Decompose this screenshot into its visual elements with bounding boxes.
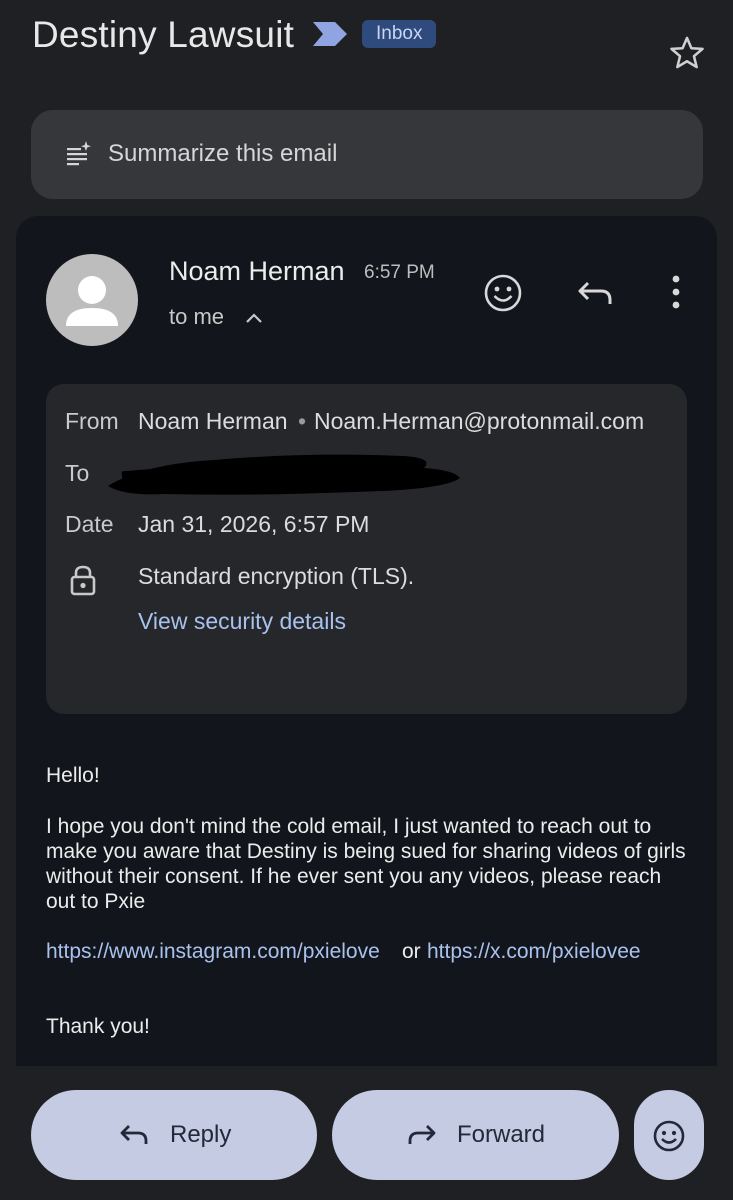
- importance-marker-icon[interactable]: [313, 22, 349, 46]
- reply-icon: [120, 1125, 148, 1144]
- encryption-status: Standard encryption (TLS).: [138, 563, 415, 589]
- from-name: Noam Herman: [138, 408, 288, 434]
- from-email[interactable]: Noam.Herman@protonmail.com: [314, 408, 644, 435]
- body-line: I hope you don't mind the cold email, I …: [46, 815, 652, 838]
- emoji-icon: [653, 1120, 685, 1152]
- reply-icon[interactable]: [573, 271, 617, 315]
- date-label: Date: [65, 511, 114, 537]
- sender-name[interactable]: Noam Herman: [169, 256, 345, 287]
- sent-time: 6:57 PM: [364, 262, 435, 283]
- from-label: From: [65, 408, 119, 434]
- email-view: Destiny Lawsuit Inbox Summarize this ema…: [0, 0, 733, 1200]
- inbox-label-badge[interactable]: Inbox: [362, 20, 437, 48]
- summarize-label: Summarize this email: [108, 140, 338, 167]
- forward-button[interactable]: Forward: [332, 1090, 619, 1180]
- forward-icon: [408, 1125, 436, 1144]
- emoji-react-button[interactable]: [634, 1090, 704, 1180]
- chevron-up-icon[interactable]: [243, 308, 265, 328]
- body-greeting: Hello!: [46, 764, 100, 787]
- email-subject: Destiny Lawsuit: [32, 14, 295, 55]
- person-icon: [66, 276, 118, 326]
- body-line: out to Pxie: [46, 890, 146, 913]
- sparkle-list-icon: [67, 141, 91, 166]
- star-outline-icon[interactable]: [668, 34, 706, 72]
- emoji-reaction-icon[interactable]: [481, 271, 525, 315]
- body-line: without their consent. If he ever sent y…: [46, 865, 662, 888]
- redaction-mark: [108, 454, 460, 495]
- x-link[interactable]: https://x.com/pxielovee: [427, 939, 641, 964]
- body-line: make you aware that Destiny is being sue…: [46, 840, 686, 863]
- body-signoff: Thank you!: [46, 1015, 150, 1038]
- separator-dot: •: [298, 408, 307, 434]
- more-options-icon[interactable]: [654, 271, 698, 315]
- to-label: To: [65, 460, 90, 486]
- forward-label: Forward: [457, 1121, 546, 1148]
- reply-label: Reply: [170, 1121, 232, 1148]
- reply-button[interactable]: Reply: [31, 1090, 317, 1180]
- link-joiner: or: [402, 940, 421, 963]
- date-value: Jan 31, 2026, 6:57 PM: [138, 511, 370, 537]
- recipient-summary[interactable]: to me: [169, 304, 224, 330]
- view-security-details-link[interactable]: View security details: [138, 608, 346, 635]
- avatar[interactable]: [46, 254, 138, 346]
- lock-icon: [70, 565, 96, 596]
- summarize-email-button[interactable]: Summarize this email: [31, 110, 703, 199]
- instagram-link[interactable]: https://www.instagram.com/pxielove: [46, 939, 380, 964]
